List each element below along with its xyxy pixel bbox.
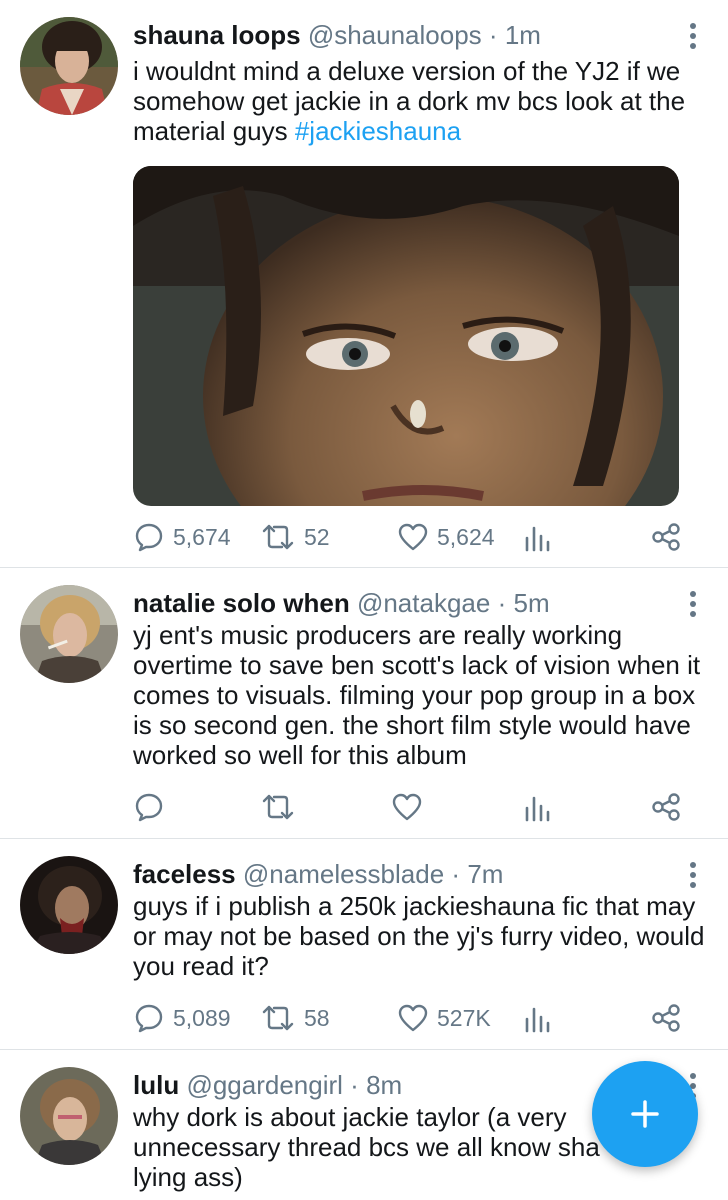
display-name[interactable]: faceless <box>133 859 236 889</box>
separator-dot: · <box>488 20 498 50</box>
reply-icon <box>135 1004 163 1033</box>
compose-tweet-button[interactable] <box>592 1061 698 1167</box>
avatar[interactable] <box>20 585 118 683</box>
user-handle[interactable]: @natakgae <box>357 588 490 618</box>
user-handle[interactable]: @shaunaloops <box>308 20 482 50</box>
analytics-icon <box>525 1007 550 1033</box>
tweet-header: faceless @namelessblade · 7m <box>133 855 503 893</box>
reply-icon <box>135 793 163 822</box>
more-vert-icon[interactable] <box>688 23 698 53</box>
like-icon <box>398 523 428 551</box>
user-handle[interactable]: @namelessblade <box>243 859 444 889</box>
like-button[interactable] <box>391 788 423 826</box>
tweet-header: natalie solo when @natakgae · 5m <box>133 584 550 622</box>
tweet-1[interactable]: shauna loops @shaunaloops · 1m i wouldnt… <box>0 0 728 567</box>
tweet-text-content: why dork is about jackie taylor (a very … <box>133 1102 600 1162</box>
retweet-count: 52 <box>304 523 330 550</box>
retweet-icon <box>262 524 294 550</box>
share-button[interactable] <box>651 999 681 1037</box>
retweet-count: 58 <box>304 1004 330 1031</box>
timestamp[interactable]: 8m <box>366 1070 402 1100</box>
share-icon <box>652 1004 680 1032</box>
retweet-icon <box>262 1005 294 1031</box>
analytics-button[interactable] <box>523 518 551 556</box>
tweet-actions: 5,674 52 5,624 <box>133 518 693 556</box>
share-button[interactable] <box>651 788 681 826</box>
separator-dot: · <box>451 859 461 889</box>
tweet-header: lulu @ggardengirl · 8m <box>133 1066 402 1104</box>
analytics-icon <box>525 796 550 822</box>
separator-dot: · <box>497 588 507 618</box>
timestamp[interactable]: 1m <box>505 20 541 50</box>
tweet-actions: 5,089 58 527K <box>133 999 693 1037</box>
reply-button[interactable]: 5,089 <box>133 999 231 1037</box>
like-icon <box>392 793 422 821</box>
tweet-actions <box>133 788 693 826</box>
more-vert-icon[interactable] <box>688 591 698 621</box>
reply-count: 5,674 <box>173 523 231 550</box>
avatar[interactable] <box>20 856 118 954</box>
tweet-text: guys if i publish a 250k jackieshauna fi… <box>133 891 708 981</box>
retweet-button[interactable]: 52 <box>260 518 330 556</box>
share-icon <box>652 793 680 821</box>
display-name[interactable]: natalie solo when <box>133 588 350 618</box>
more-vert-icon[interactable] <box>688 862 698 892</box>
reply-icon <box>135 523 163 552</box>
analytics-icon <box>525 526 550 552</box>
retweet-icon <box>262 794 294 820</box>
compose-plus-icon <box>631 1100 659 1128</box>
display-name[interactable]: shauna loops <box>133 20 301 50</box>
hashtag-link[interactable]: #jackieshauna <box>295 116 461 146</box>
timestamp[interactable]: 7m <box>467 859 503 889</box>
tweet-text-content: yj ent's music producers are really work… <box>133 620 701 770</box>
avatar[interactable] <box>20 17 118 115</box>
like-icon <box>398 1004 428 1032</box>
like-button[interactable]: 527K <box>397 999 491 1037</box>
like-count: 5,624 <box>437 523 495 550</box>
tweet-media-image[interactable] <box>133 166 679 506</box>
like-button[interactable]: 5,624 <box>397 518 495 556</box>
tweet-3[interactable]: faceless @namelessblade · 7m guys if i p… <box>0 839 728 1049</box>
tweet-text: yj ent's music producers are really work… <box>133 620 708 770</box>
tweet-text-content: guys if i publish a 250k jackieshauna fi… <box>133 891 705 981</box>
share-button[interactable] <box>651 518 681 556</box>
display-name[interactable]: lulu <box>133 1070 179 1100</box>
avatar[interactable] <box>20 1067 118 1165</box>
retweet-button[interactable] <box>260 788 296 826</box>
like-count: 527K <box>437 1004 491 1031</box>
analytics-button[interactable] <box>523 999 551 1037</box>
reply-button[interactable] <box>133 788 165 826</box>
tweet-text: i wouldnt mind a deluxe version of the Y… <box>133 56 708 146</box>
reply-button[interactable]: 5,674 <box>133 518 231 556</box>
timestamp[interactable]: 5m <box>513 588 549 618</box>
user-handle[interactable]: @ggardengirl <box>186 1070 342 1100</box>
reply-count: 5,089 <box>173 1004 231 1031</box>
analytics-button[interactable] <box>523 788 551 826</box>
share-icon <box>652 523 680 551</box>
separator-dot: · <box>350 1070 359 1100</box>
tweet-text-tail: lying ass) <box>133 1162 243 1192</box>
tweet-2[interactable]: natalie solo when @natakgae · 5m yj ent'… <box>0 568 728 838</box>
retweet-button[interactable]: 58 <box>260 999 330 1037</box>
tweet-header: shauna loops @shaunaloops · 1m <box>133 16 541 54</box>
